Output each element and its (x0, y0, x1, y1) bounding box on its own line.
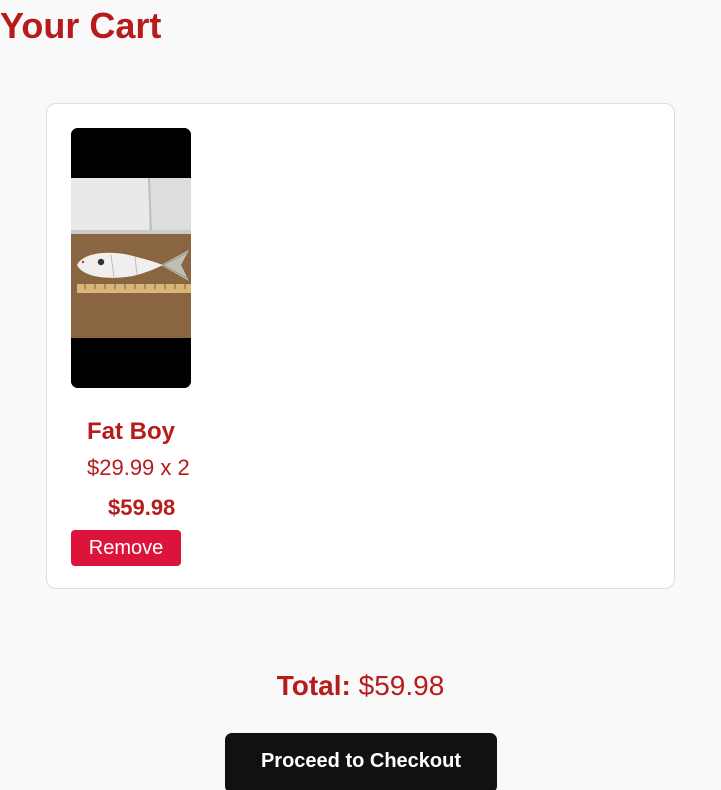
total-label: Total: (276, 670, 351, 701)
cart-total: Total: $59.98 (0, 668, 721, 704)
cart-page: Your Cart Fat Boy $29.99 x 2 $59.98 Remo… (0, 0, 721, 790)
total-value: $59.98 (358, 670, 445, 701)
item-price-quantity: $29.99 x 2 (87, 455, 190, 480)
remove-item-button[interactable]: Remove (71, 530, 181, 566)
product-image[interactable] (71, 128, 191, 388)
item-subtotal: $59.98 (108, 495, 176, 520)
item-name[interactable]: Fat Boy (87, 417, 175, 447)
cart-item-card: Fat Boy $29.99 x 2 $59.98 Remove (46, 103, 675, 589)
page-title: Your Cart (0, 5, 162, 46)
checkout-button[interactable]: Proceed to Checkout (225, 733, 497, 790)
